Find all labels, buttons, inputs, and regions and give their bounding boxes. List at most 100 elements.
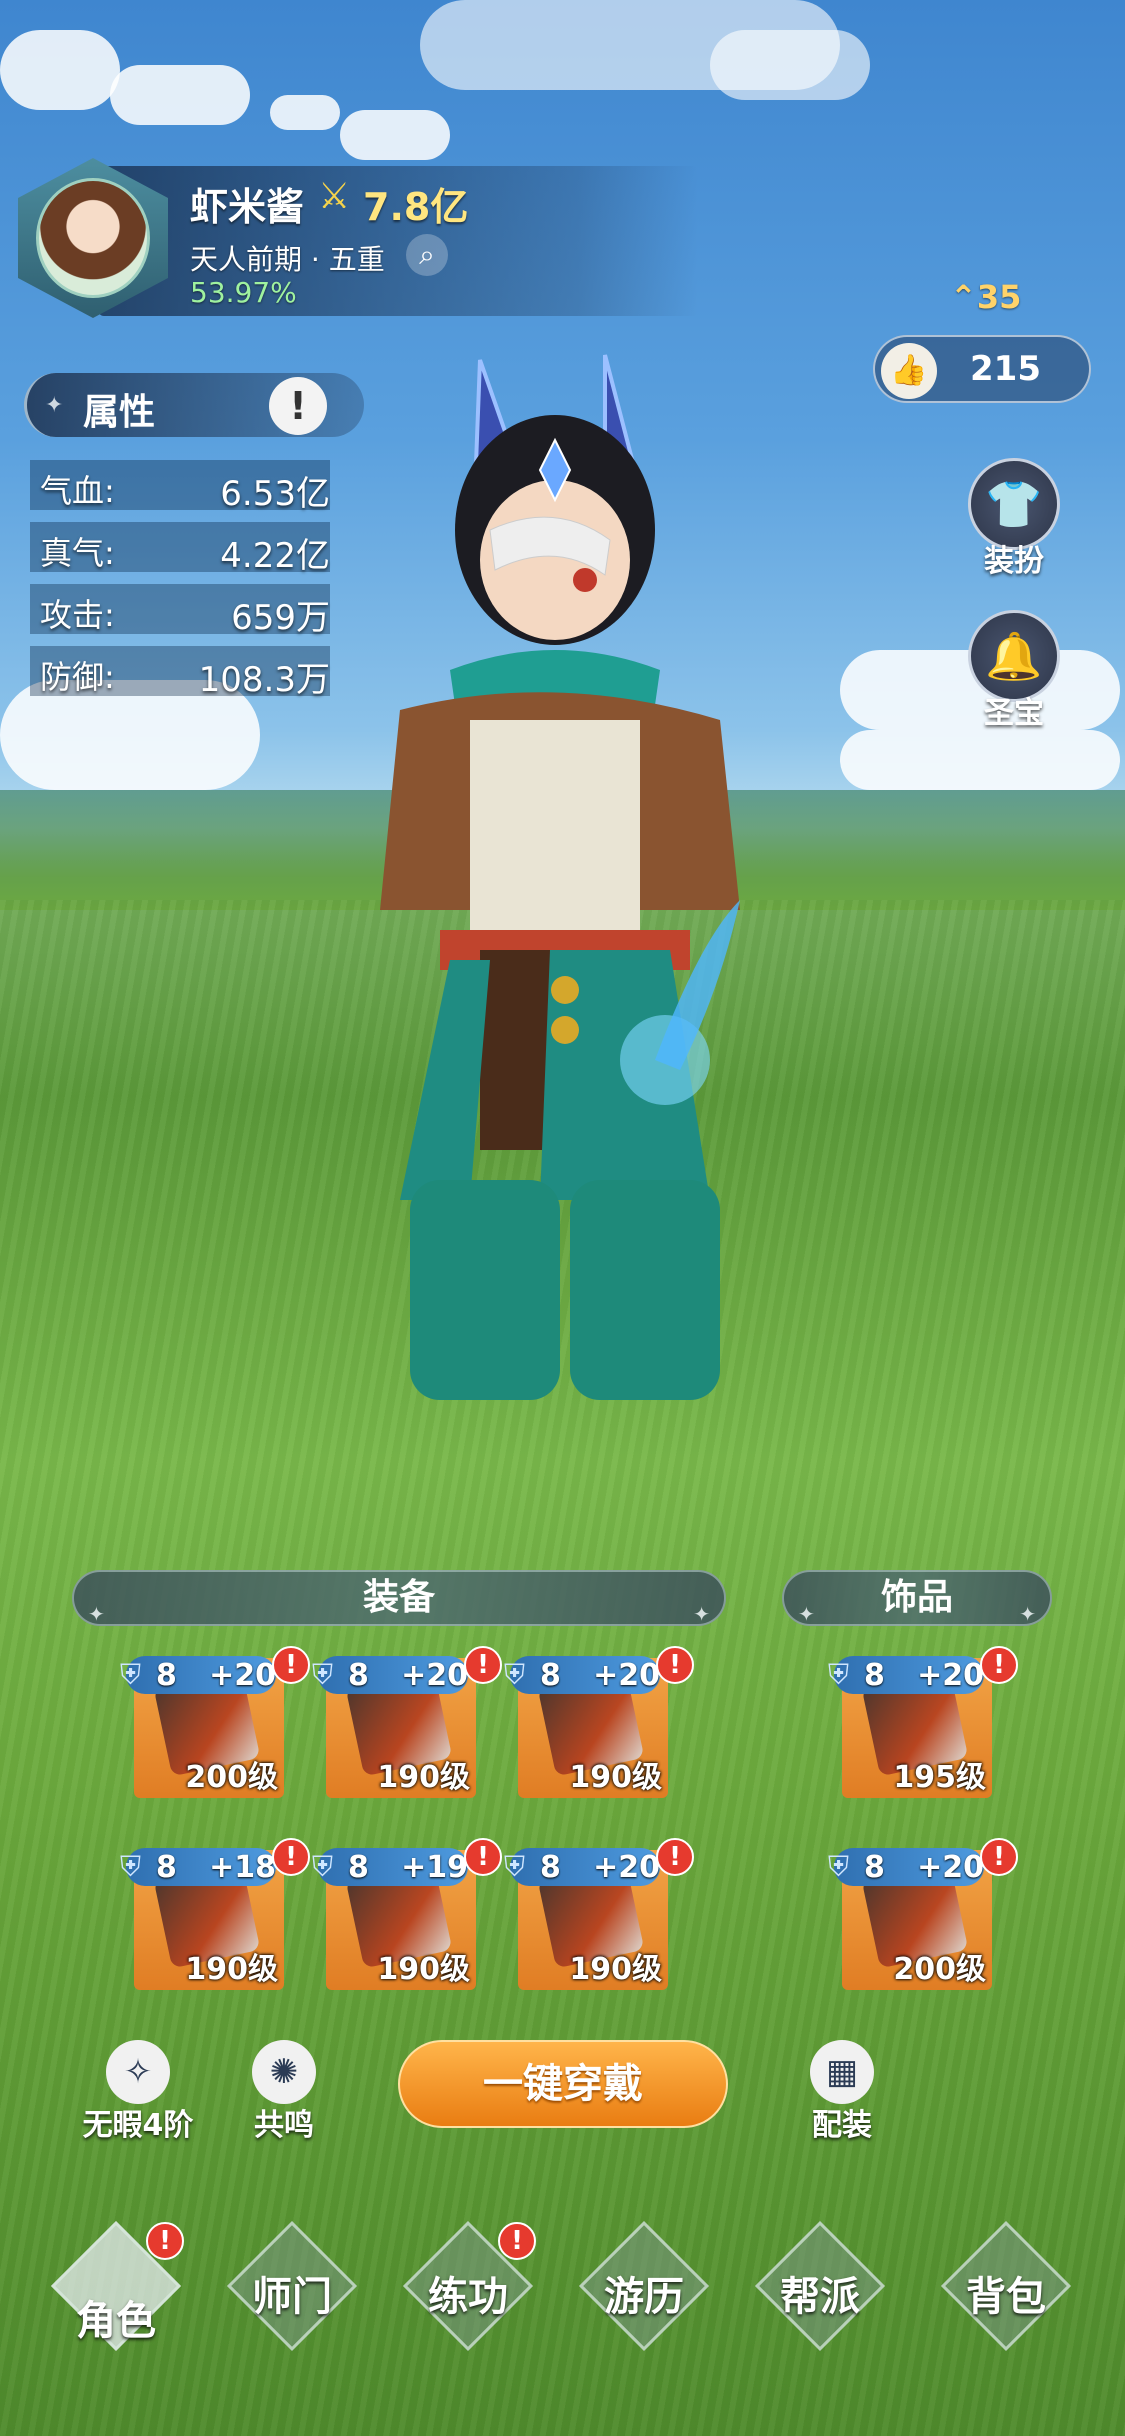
diamond-icon: ✦ xyxy=(45,393,64,418)
nav-bag[interactable]: 背包 xyxy=(936,2220,1076,2362)
equipment-slot-boots[interactable]: ⛨ 8 +20 190级 ! xyxy=(504,1838,694,1990)
loadout-button[interactable]: ▦ 配装 xyxy=(782,2040,902,2144)
like-button[interactable]: 👍 215 xyxy=(873,335,1091,403)
slot-level: 190级 xyxy=(185,1952,278,1987)
outfit-label: 装扮 xyxy=(984,544,1044,579)
slot-tier-bar: ⛨ 8 +18 xyxy=(120,1848,276,1886)
equip-all-button[interactable]: 一键穿戴 xyxy=(398,2040,728,2128)
alert-badge: ! xyxy=(498,2222,536,2260)
slot-tier: 8 xyxy=(540,1850,561,1885)
slot-level: 190级 xyxy=(569,1952,662,1987)
crossed-swords-icon: ⚔ xyxy=(318,176,351,217)
slot-enhance: +20 xyxy=(209,1658,276,1693)
alert-badge: ! xyxy=(464,1838,502,1876)
attribute-label: 真气: xyxy=(40,534,115,572)
player-character[interactable] xyxy=(340,340,840,1400)
slot-level: 200级 xyxy=(893,1952,986,1987)
alert-badge: ! xyxy=(146,2222,184,2260)
outfit-button[interactable]: 👕 装扮 xyxy=(966,458,1062,580)
cloud xyxy=(340,110,450,160)
cloud xyxy=(710,30,870,100)
attribute-label: 防御: xyxy=(40,658,115,696)
avatar[interactable] xyxy=(36,178,150,298)
slot-level: 195级 xyxy=(893,1760,986,1795)
nav-journey[interactable]: 游历 xyxy=(574,2220,714,2362)
nav-label: 帮派 xyxy=(780,2274,860,2320)
attributes-header: ✦ 属性 ! xyxy=(24,373,364,437)
equipment-slot-helmet[interactable]: ⛨ 8 +20 190级 ! xyxy=(312,1646,502,1798)
attribute-value: 659万 xyxy=(231,598,330,638)
slot-enhance: +18 xyxy=(209,1850,276,1885)
nav-training[interactable]: 练功 ! xyxy=(398,2220,538,2362)
nav-character[interactable]: 角色 ! xyxy=(46,2220,186,2362)
slot-tier: 8 xyxy=(348,1658,369,1693)
slot-level: 190级 xyxy=(377,1760,470,1795)
flawless-icon: ✧ xyxy=(106,2040,170,2104)
realm-progress: 53.97% xyxy=(190,276,297,309)
player-name: 虾米酱 xyxy=(190,185,305,229)
like-count: 215 xyxy=(970,349,1041,389)
slot-tier: 8 xyxy=(156,1850,177,1885)
slot-tier-bar: ⛨ 8 +20 xyxy=(504,1656,660,1694)
alert-badge: ! xyxy=(656,1646,694,1684)
accessories-title: 饰品 xyxy=(880,1577,953,1618)
attribute-label: 气血: xyxy=(40,472,115,510)
double-chevron-up-icon: ⌃ xyxy=(950,278,977,316)
shield-icon: ⛨ xyxy=(312,1850,334,1883)
attribute-label: 攻击: xyxy=(40,596,115,634)
slot-enhance: +20 xyxy=(917,1658,984,1693)
diamond-icon: ✦ xyxy=(1019,1602,1036,1626)
accessories-header: ✦ 饰品 ✦ xyxy=(782,1570,1052,1626)
resonance-button[interactable]: ✺ 共鸣 xyxy=(224,2040,344,2144)
equipment-slot-weapon[interactable]: ⛨ 8 +20 200级 ! xyxy=(120,1646,310,1798)
equipment-slot-armor[interactable]: ⛨ 8 +20 190级 ! xyxy=(504,1646,694,1798)
rank-badge: ⌃35 xyxy=(950,278,1021,316)
search-icon[interactable]: ⌕ xyxy=(406,234,448,276)
flawless-button[interactable]: ✧ 无暇4阶 xyxy=(78,2040,198,2144)
slot-tier: 8 xyxy=(864,1850,885,1885)
nav-label: 游历 xyxy=(604,2274,684,2320)
treasure-button[interactable]: 🔔 圣宝 xyxy=(966,610,1062,732)
accessory-slot-ring[interactable]: ⛨ 8 +20 195级 ! xyxy=(828,1646,1018,1798)
loadout-label: 配装 xyxy=(812,2108,872,2143)
slot-enhance: +20 xyxy=(401,1658,468,1693)
shield-icon: ⛨ xyxy=(828,1850,850,1883)
slot-tier-bar: ⛨ 8 +19 xyxy=(312,1848,468,1886)
flawless-label: 无暇4阶 xyxy=(82,2108,194,2143)
nav-sect[interactable]: 师门 xyxy=(222,2220,362,2362)
attribute-row: 真气: 4.22亿 xyxy=(30,520,330,576)
slot-level: 190级 xyxy=(377,1952,470,1987)
attribute-row: 气血: 6.53亿 xyxy=(30,458,330,514)
slot-tier-bar: ⛨ 8 +20 xyxy=(828,1848,984,1886)
equipment-title: 装备 xyxy=(362,1577,435,1618)
nav-guild[interactable]: 帮派 xyxy=(750,2220,890,2362)
shield-icon: ⛨ xyxy=(504,1658,526,1691)
thumbs-up-icon: 👍 xyxy=(881,343,937,399)
nav-label: 角色 xyxy=(76,2298,156,2344)
combat-power: 7.8亿 xyxy=(363,185,469,229)
slot-tier: 8 xyxy=(540,1658,561,1693)
grid-icon: ▦ xyxy=(810,2040,874,2104)
player-info: 虾米酱 ⚔ 7.8亿 天人前期 · 五重 ⌕ 53.97% xyxy=(18,158,698,318)
cloud xyxy=(840,730,1120,790)
slot-level: 190级 xyxy=(569,1760,662,1795)
attributes-title: 属性 xyxy=(83,392,156,433)
slot-enhance: +19 xyxy=(401,1850,468,1885)
accessory-slot-amulet[interactable]: ⛨ 8 +20 200级 ! xyxy=(828,1838,1018,1990)
nav-label: 背包 xyxy=(966,2274,1046,2320)
equipment-slot-belt[interactable]: ⛨ 8 +19 190级 ! xyxy=(312,1838,502,1990)
shield-icon: ⛨ xyxy=(504,1850,526,1883)
equipment-slot-leggings[interactable]: ⛨ 8 +18 190级 ! xyxy=(120,1838,310,1990)
cloud xyxy=(270,95,340,130)
slot-tier-bar: ⛨ 8 +20 xyxy=(504,1848,660,1886)
resonance-label: 共鸣 xyxy=(254,2108,314,2143)
attribute-value: 108.3万 xyxy=(198,660,330,700)
info-icon[interactable]: ! xyxy=(269,377,327,435)
slot-tier: 8 xyxy=(156,1658,177,1693)
alert-badge: ! xyxy=(980,1646,1018,1684)
slot-tier-bar: ⛨ 8 +20 xyxy=(120,1656,276,1694)
treasure-label: 圣宝 xyxy=(984,696,1044,731)
shield-icon: ⛨ xyxy=(120,1850,142,1883)
shield-icon: ⛨ xyxy=(312,1658,334,1691)
shield-icon: ⛨ xyxy=(828,1658,850,1691)
